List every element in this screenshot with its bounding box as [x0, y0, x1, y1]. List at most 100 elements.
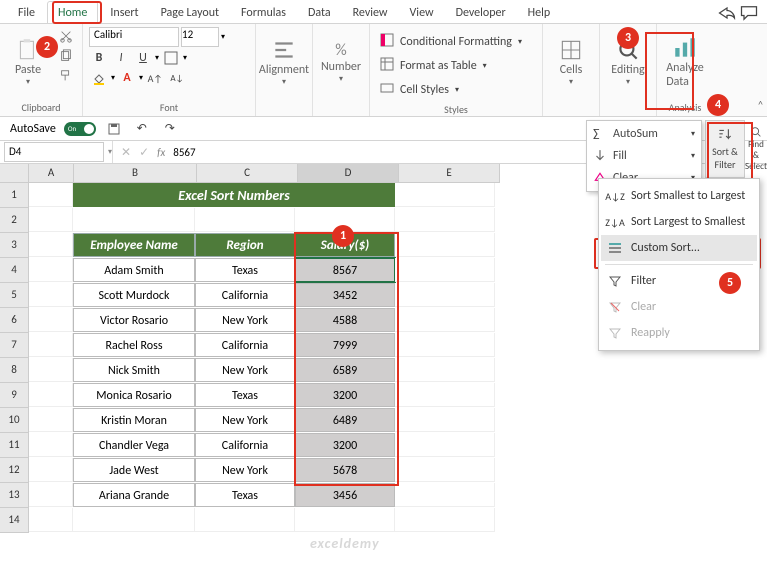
- share-icon[interactable]: [717, 4, 737, 22]
- cell-region[interactable]: New York: [195, 358, 295, 382]
- sort-largest-smallest[interactable]: Z↓A Sort Largest to Smallest: [601, 209, 757, 235]
- formula-input[interactable]: 8567: [173, 146, 195, 159]
- row-header[interactable]: 2: [0, 208, 29, 233]
- cell-employee[interactable]: Victor Rosario: [73, 308, 195, 332]
- row-header[interactable]: 1: [0, 183, 29, 208]
- cell-employee[interactable]: Chandler Vega: [73, 433, 195, 457]
- tab-formulas[interactable]: Formulas: [231, 2, 296, 24]
- cell-salary[interactable]: 8567: [295, 258, 395, 282]
- row-header[interactable]: 14: [0, 508, 29, 533]
- cell-salary[interactable]: 6589: [295, 358, 395, 382]
- font-size-select[interactable]: 12: [181, 27, 219, 47]
- sort-smallest-largest[interactable]: A↓Z Sort Smallest to Largest: [601, 183, 757, 209]
- row-header[interactable]: 6: [0, 308, 29, 333]
- custom-sort[interactable]: Custom Sort...: [601, 235, 757, 261]
- row-header[interactable]: 11: [0, 433, 29, 458]
- format-as-table-button[interactable]: Format as Table▾: [376, 55, 526, 77]
- cut-icon[interactable]: [56, 27, 76, 45]
- row-header[interactable]: 9: [0, 383, 29, 408]
- row-header[interactable]: 12: [0, 458, 29, 483]
- cell-salary[interactable]: 3200: [295, 433, 395, 457]
- tab-file[interactable]: File: [8, 2, 45, 24]
- tab-developer[interactable]: Developer: [446, 2, 516, 24]
- row-header[interactable]: 13: [0, 483, 29, 508]
- cell-employee[interactable]: Jade West: [73, 458, 195, 482]
- cell-employee[interactable]: Monica Rosario: [73, 383, 195, 407]
- cell-salary[interactable]: 6489: [295, 408, 395, 432]
- spreadsheet-grid[interactable]: 1 Excel Sort Numbers 2 3 Employee Name R…: [0, 183, 500, 533]
- cell-salary[interactable]: 3200: [295, 383, 395, 407]
- find-select-button[interactable]: Find & Select: [745, 120, 767, 176]
- cell-region[interactable]: California: [195, 433, 295, 457]
- undo-icon[interactable]: ↶: [132, 120, 152, 138]
- row-header[interactable]: 10: [0, 408, 29, 433]
- grow-font-icon[interactable]: A↑: [145, 69, 165, 87]
- copy-icon[interactable]: [56, 47, 76, 65]
- sort-filter-button[interactable]: Sort & Filter: [705, 120, 745, 178]
- cell-salary[interactable]: 4588: [295, 308, 395, 332]
- cell-region[interactable]: Texas: [195, 258, 295, 282]
- cell-region[interactable]: California: [195, 333, 295, 357]
- alignment-button[interactable]: Alignment ▾: [262, 27, 306, 97]
- tab-help[interactable]: Help: [518, 2, 561, 24]
- row-header[interactable]: 8: [0, 358, 29, 383]
- conditional-formatting-button[interactable]: Conditional Formatting▾: [376, 31, 526, 53]
- cell-region[interactable]: New York: [195, 308, 295, 332]
- select-all-corner[interactable]: [0, 164, 29, 183]
- cell-styles-button[interactable]: Cell Styles▾: [376, 79, 526, 101]
- font-family-select[interactable]: Calibri: [89, 27, 179, 47]
- enter-formula-icon[interactable]: ✓: [139, 145, 149, 160]
- tab-data[interactable]: Data: [298, 2, 341, 24]
- header-region[interactable]: Region: [195, 233, 295, 257]
- fill-item[interactable]: Fill▾: [589, 145, 699, 167]
- cell-employee[interactable]: Nick Smith: [73, 358, 195, 382]
- italic-button[interactable]: I: [111, 49, 131, 67]
- col-header-B[interactable]: B: [74, 164, 197, 183]
- cell-employee[interactable]: Adam Smith: [73, 258, 195, 282]
- cancel-formula-icon[interactable]: ✕: [121, 145, 131, 160]
- row-header[interactable]: 7: [0, 333, 29, 358]
- cell-salary[interactable]: 3456: [295, 483, 395, 507]
- tab-insert[interactable]: Insert: [100, 2, 148, 24]
- redo-icon[interactable]: ↷: [160, 120, 180, 138]
- cell-region[interactable]: New York: [195, 408, 295, 432]
- row-header[interactable]: 5: [0, 283, 29, 308]
- row-header[interactable]: 3: [0, 233, 29, 258]
- save-icon[interactable]: [104, 120, 124, 138]
- cell-employee[interactable]: Scott Murdock: [73, 283, 195, 307]
- cell-employee[interactable]: Rachel Ross: [73, 333, 195, 357]
- fill-color-button[interactable]: [89, 69, 109, 87]
- header-employee-name[interactable]: Employee Name: [73, 233, 195, 257]
- cell-region[interactable]: Texas: [195, 483, 295, 507]
- col-header-C[interactable]: C: [197, 164, 298, 183]
- collapse-ribbon-icon[interactable]: ^: [758, 98, 763, 111]
- col-header-D[interactable]: D: [298, 164, 399, 183]
- underline-button[interactable]: U: [133, 49, 153, 67]
- row-header[interactable]: 4: [0, 258, 29, 283]
- sheet-title[interactable]: Excel Sort Numbers: [73, 183, 395, 207]
- cells-button[interactable]: Cells ▾: [549, 27, 593, 97]
- cell-employee[interactable]: Ariana Grande: [73, 483, 195, 507]
- cell-region[interactable]: Texas: [195, 383, 295, 407]
- autosum-item[interactable]: ∑ AutoSum▾: [589, 123, 699, 145]
- cell-region[interactable]: New York: [195, 458, 295, 482]
- fx-icon[interactable]: fx: [157, 146, 165, 159]
- cell-region[interactable]: California: [195, 283, 295, 307]
- comments-icon[interactable]: [739, 4, 759, 22]
- cell-salary[interactable]: 3452: [295, 283, 395, 307]
- bold-button[interactable]: B: [89, 49, 109, 67]
- col-header-A[interactable]: A: [29, 164, 74, 183]
- tab-page-layout[interactable]: Page Layout: [151, 2, 229, 24]
- autosave-toggle[interactable]: On: [64, 122, 96, 136]
- name-box[interactable]: D4: [4, 142, 104, 162]
- font-color-button[interactable]: A: [117, 69, 137, 87]
- cell-salary[interactable]: 5678: [295, 458, 395, 482]
- analyze-data-button[interactable]: Analyze Data: [663, 27, 707, 97]
- tab-view[interactable]: View: [400, 2, 444, 24]
- number-button[interactable]: % Number ▾: [319, 27, 363, 97]
- cell-salary[interactable]: 7999: [295, 333, 395, 357]
- col-header-E[interactable]: E: [399, 164, 500, 183]
- format-painter-icon[interactable]: [56, 67, 76, 85]
- tab-review[interactable]: Review: [343, 2, 398, 24]
- border-button[interactable]: [161, 49, 181, 67]
